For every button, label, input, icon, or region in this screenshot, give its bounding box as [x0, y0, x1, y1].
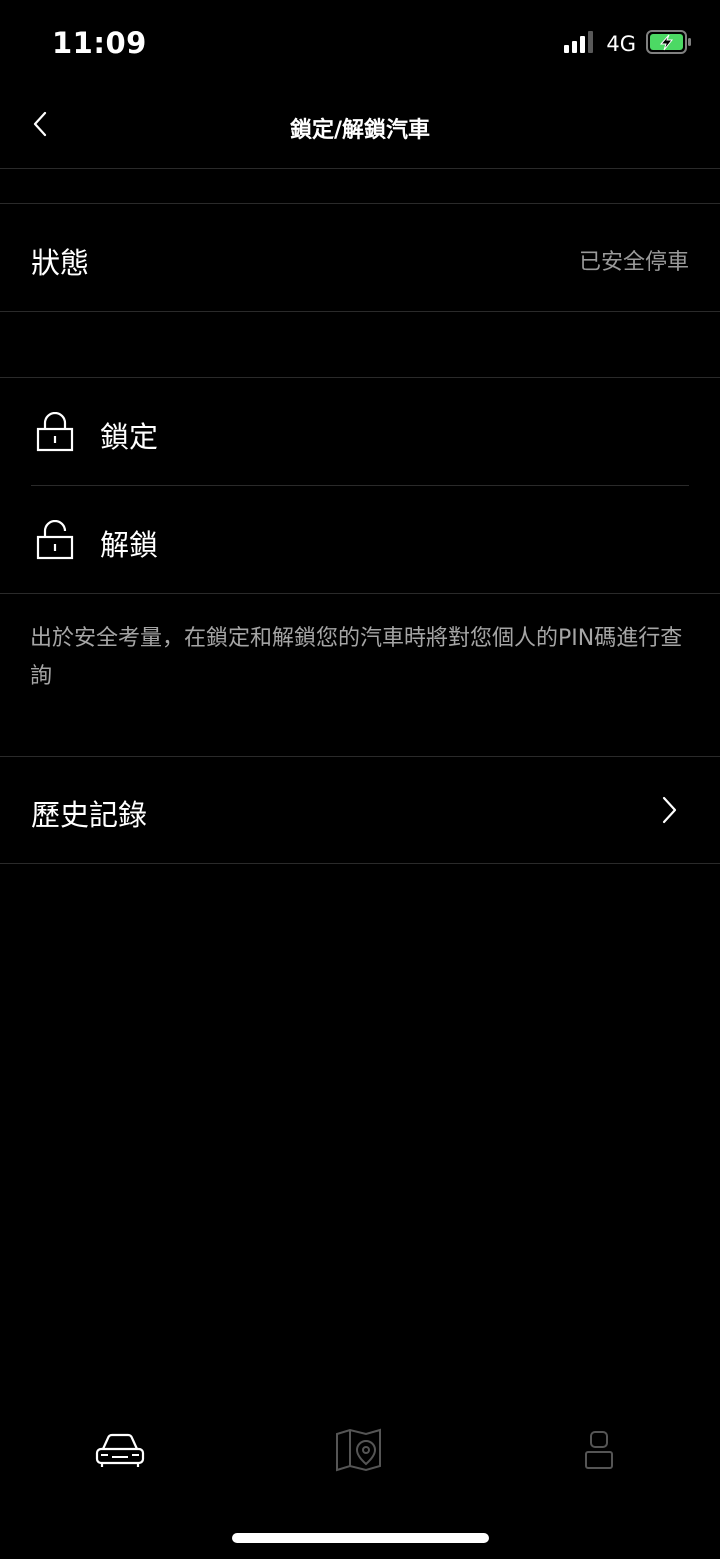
status-indicators: 4G: [564, 30, 692, 58]
lock-button[interactable]: 鎖定: [0, 378, 720, 485]
chevron-right-icon: [662, 796, 677, 824]
lock-closed-icon: [36, 412, 74, 452]
lock-label: 鎖定: [100, 420, 159, 454]
nav-bar: 鎖定/解鎖汽車: [0, 88, 720, 169]
status-label: 狀態: [31, 246, 90, 280]
history-label: 歷史記錄: [31, 798, 148, 832]
tab-profile[interactable]: [559, 1420, 639, 1480]
car-icon: [95, 1433, 145, 1467]
status-value: 已安全停車: [578, 250, 689, 275]
person-icon: [585, 1431, 613, 1469]
lock-open-icon: [36, 520, 74, 560]
battery-charging-icon: [646, 30, 692, 58]
status-bar: 11:09 4G: [0, 0, 720, 88]
tab-bar: [0, 1410, 720, 1490]
tab-map[interactable]: [319, 1420, 399, 1480]
status-time: 11:09: [52, 26, 147, 60]
lock-actions: 鎖定 解鎖: [0, 377, 720, 594]
unlock-button[interactable]: 解鎖: [0, 486, 720, 593]
page-title: 鎖定/解鎖汽車: [289, 118, 431, 143]
history-row[interactable]: 歷史記錄: [0, 756, 720, 864]
security-info-text: 出於安全考量，在鎖定和解鎖您的汽車時將對您個人的PIN碼進行查詢: [30, 626, 683, 689]
vehicle-status-row: 狀態 已安全停車: [0, 203, 720, 312]
home-indicator[interactable]: [232, 1533, 489, 1543]
network-type: 4G: [606, 32, 636, 56]
map-pin-icon: [336, 1428, 381, 1472]
signal-icon: [564, 31, 596, 57]
tab-car[interactable]: [80, 1420, 160, 1480]
unlock-label: 解鎖: [100, 528, 159, 562]
